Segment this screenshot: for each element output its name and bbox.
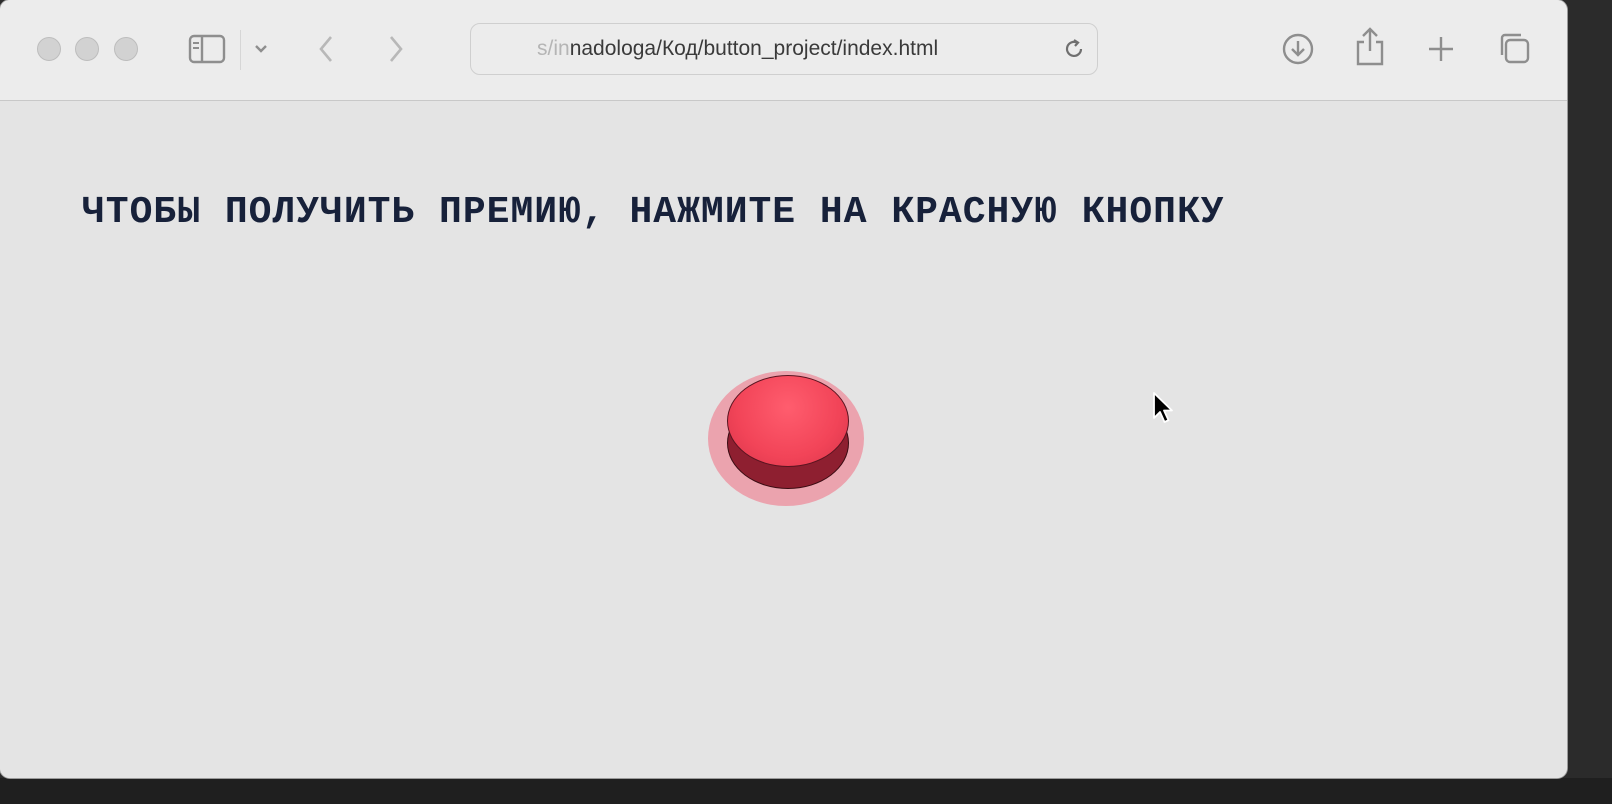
minimize-window-button[interactable] <box>75 37 99 61</box>
forward-arrow-icon[interactable] <box>382 32 410 66</box>
sidebar-icon[interactable] <box>186 31 228 67</box>
web-page-content: ЧТОБЫ ПОЛУЧИТЬ ПРЕМИЮ, НАЖМИТЕ НА КРАСНУ… <box>0 101 1567 778</box>
chevron-down-icon[interactable] <box>250 38 272 60</box>
share-icon[interactable] <box>1352 25 1388 67</box>
desktop-background <box>0 778 1612 804</box>
plus-icon[interactable] <box>1425 33 1457 65</box>
url-faded-prefix: s/in <box>537 37 570 60</box>
back-arrow-icon[interactable] <box>312 32 340 66</box>
zoom-window-button[interactable] <box>114 37 138 61</box>
page-headline: ЧТОБЫ ПОЛУЧИТЬ ПРЕМИЮ, НАЖМИТЕ НА КРАСНУ… <box>82 191 1225 234</box>
url-text: s/innadologa/Код/button_project/index.ht… <box>537 37 938 61</box>
browser-toolbar: s/innadologa/Код/button_project/index.ht… <box>0 0 1567 101</box>
address-bar[interactable]: s/innadologa/Код/button_project/index.ht… <box>470 23 1098 75</box>
red-button[interactable] <box>727 375 849 467</box>
reload-icon[interactable] <box>1061 36 1087 62</box>
browser-window: s/innadologa/Код/button_project/index.ht… <box>0 0 1567 778</box>
close-window-button[interactable] <box>37 37 61 61</box>
download-icon[interactable] <box>1280 31 1316 67</box>
url-main: nadologa/Код/button_project/index.html <box>569 37 939 60</box>
toolbar-divider <box>240 30 241 70</box>
tabs-overview-icon[interactable] <box>1496 30 1532 66</box>
mouse-pointer-icon <box>1152 391 1176 432</box>
